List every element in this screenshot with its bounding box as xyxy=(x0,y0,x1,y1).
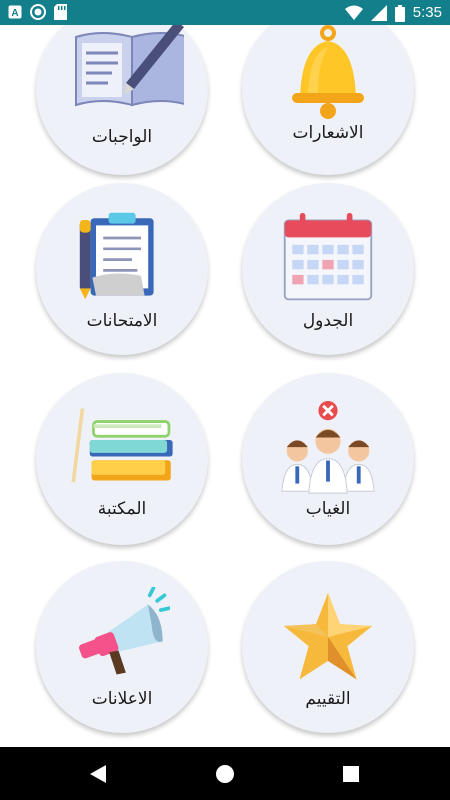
megaphone-icon xyxy=(79,587,170,675)
tile-absence[interactable]: الغياب xyxy=(242,373,414,545)
circle-icon xyxy=(30,4,46,20)
exam-clipboard-icon xyxy=(79,212,154,300)
notebook-pen-icon xyxy=(75,25,184,107)
tile-label: الجدول xyxy=(302,311,354,331)
bell-icon xyxy=(292,25,364,119)
tile-label: الواجبات xyxy=(91,127,153,147)
tile-rating[interactable]: التقييم xyxy=(242,561,414,733)
calendar-icon xyxy=(283,212,373,301)
tile-notifications[interactable]: الاشعارات xyxy=(242,25,414,175)
main-menu-grid: الاشعارات الواجبات الجدول الامتحانات الغ… xyxy=(0,25,450,747)
app-a-icon: A xyxy=(8,5,22,19)
sd-card-icon xyxy=(54,4,67,20)
status-bar: A 5:35 xyxy=(0,0,450,25)
tile-exams[interactable]: الامتحانات xyxy=(36,183,208,355)
tile-label: المكتبة xyxy=(97,499,147,519)
books-icon xyxy=(71,408,173,483)
tile-schedule[interactable]: الجدول xyxy=(242,183,414,355)
navigation-bar xyxy=(0,747,450,800)
svg-text:A: A xyxy=(11,8,18,19)
tile-library[interactable]: المكتبة xyxy=(36,373,208,545)
tile-label: الغياب xyxy=(305,499,351,519)
tile-label: التقييم xyxy=(305,689,351,709)
clock-time: 5:35 xyxy=(412,4,442,21)
tile-label: الامتحانات xyxy=(86,311,158,331)
tile-label: الاعلانات xyxy=(91,689,153,709)
tile-homework[interactable]: الواجبات xyxy=(36,25,208,175)
home-icon[interactable] xyxy=(212,761,238,787)
tile-label: الاشعارات xyxy=(292,123,364,143)
battery-icon xyxy=(394,4,405,22)
back-icon[interactable] xyxy=(86,761,112,787)
star-icon xyxy=(283,592,373,680)
absence-students-icon xyxy=(281,401,375,494)
signal-icon xyxy=(370,5,387,21)
wifi-icon xyxy=(344,5,363,20)
tile-announcements[interactable]: الاعلانات xyxy=(36,561,208,733)
recents-icon[interactable] xyxy=(338,761,364,787)
